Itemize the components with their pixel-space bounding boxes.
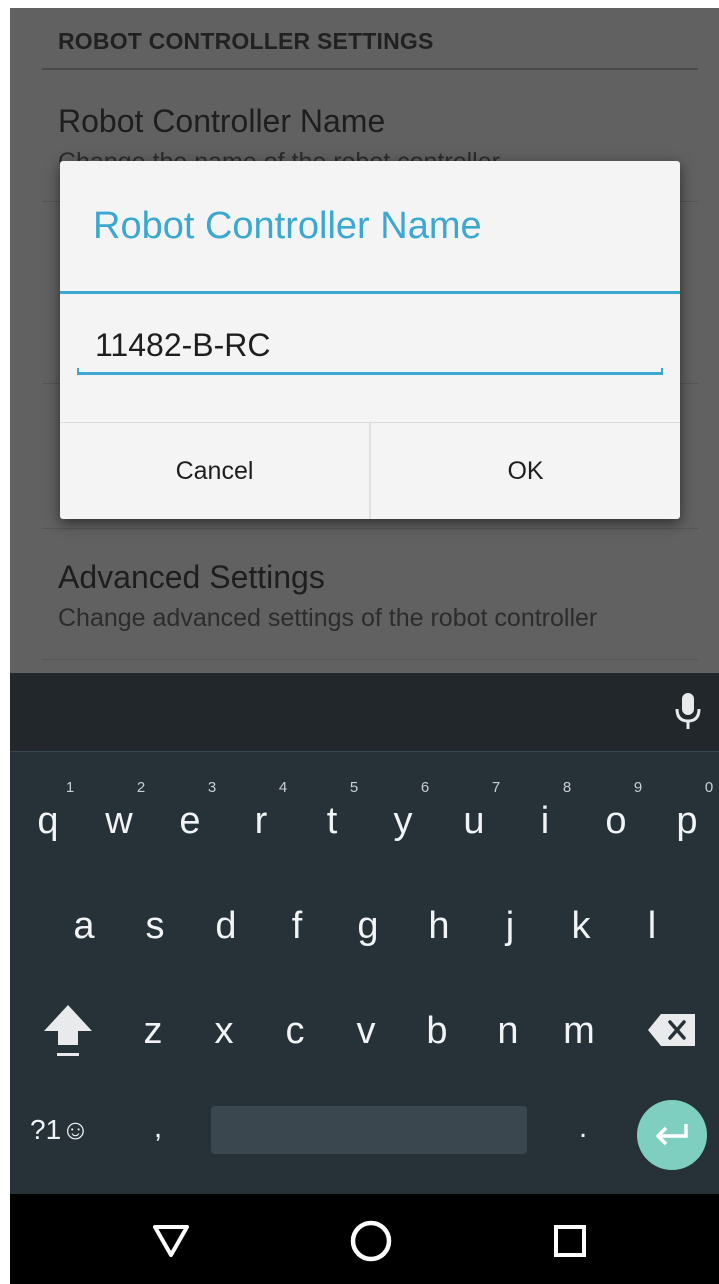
key-p[interactable]: p [657, 791, 717, 851]
shift-icon[interactable] [40, 1001, 96, 1063]
key-a[interactable]: a [54, 896, 114, 956]
key-v[interactable]: v [336, 1001, 396, 1061]
pref-title: Robot Controller Name [58, 103, 386, 139]
key-l[interactable]: l [622, 896, 682, 956]
key-h[interactable]: h [409, 896, 469, 956]
key-y[interactable]: y [373, 791, 433, 851]
key-comma[interactable]: , [148, 1111, 168, 1145]
key-o[interactable]: o [586, 791, 646, 851]
key-w[interactable]: w [89, 791, 149, 851]
pref-divider [42, 528, 698, 529]
recents-icon[interactable] [545, 1216, 595, 1266]
key-t[interactable]: t [302, 791, 362, 851]
input-underline [77, 368, 663, 375]
key-m[interactable]: m [549, 1001, 609, 1061]
key-s[interactable]: s [125, 896, 185, 956]
section-divider [42, 68, 698, 70]
section-header: ROBOT CONTROLLER SETTINGS [58, 28, 434, 54]
name-input[interactable] [77, 311, 663, 379]
phone-screen: ROBOT CONTROLLER SETTINGS Robot Controll… [10, 8, 719, 1284]
key-q[interactable]: q [18, 791, 78, 851]
pref-divider [42, 659, 698, 660]
key-k[interactable]: k [551, 896, 611, 956]
key-r[interactable]: r [231, 791, 291, 851]
dialog-title-divider [60, 291, 680, 294]
symbols-key[interactable]: ?1☺ [30, 1106, 90, 1154]
soft-keyboard: 1 2 3 4 5 6 7 8 9 0 q w e r t y u i o p … [10, 751, 719, 1194]
key-c[interactable]: c [265, 1001, 325, 1061]
enter-icon[interactable] [637, 1100, 707, 1170]
key-u[interactable]: u [444, 791, 504, 851]
key-b[interactable]: b [407, 1001, 467, 1061]
key-z[interactable]: z [123, 1001, 183, 1061]
key-g[interactable]: g [338, 896, 398, 956]
key-n[interactable]: n [478, 1001, 538, 1061]
mic-icon[interactable] [673, 691, 703, 736]
dialog-title: Robot Controller Name [93, 205, 482, 247]
key-f[interactable]: f [267, 896, 327, 956]
key-period[interactable]: . [573, 1111, 593, 1145]
navigation-bar [10, 1194, 719, 1284]
cancel-button[interactable]: Cancel [60, 423, 369, 519]
pref-title: Advanced Settings [58, 559, 325, 595]
key-i[interactable]: i [515, 791, 575, 851]
key-e[interactable]: e [160, 791, 220, 851]
ok-button[interactable]: OK [371, 423, 680, 519]
rename-dialog: Robot Controller Name Cancel OK [60, 161, 680, 519]
space-bar[interactable] [211, 1106, 527, 1154]
key-x[interactable]: x [194, 1001, 254, 1061]
key-j[interactable]: j [480, 896, 540, 956]
home-icon[interactable] [346, 1216, 396, 1266]
pref-subtitle: Change advanced settings of the robot co… [58, 604, 598, 632]
keyboard-suggestion-strip [10, 673, 719, 751]
key-d[interactable]: d [196, 896, 256, 956]
keyboard-top-border [10, 751, 719, 752]
backspace-icon[interactable] [647, 1012, 697, 1048]
back-icon[interactable] [146, 1216, 196, 1266]
